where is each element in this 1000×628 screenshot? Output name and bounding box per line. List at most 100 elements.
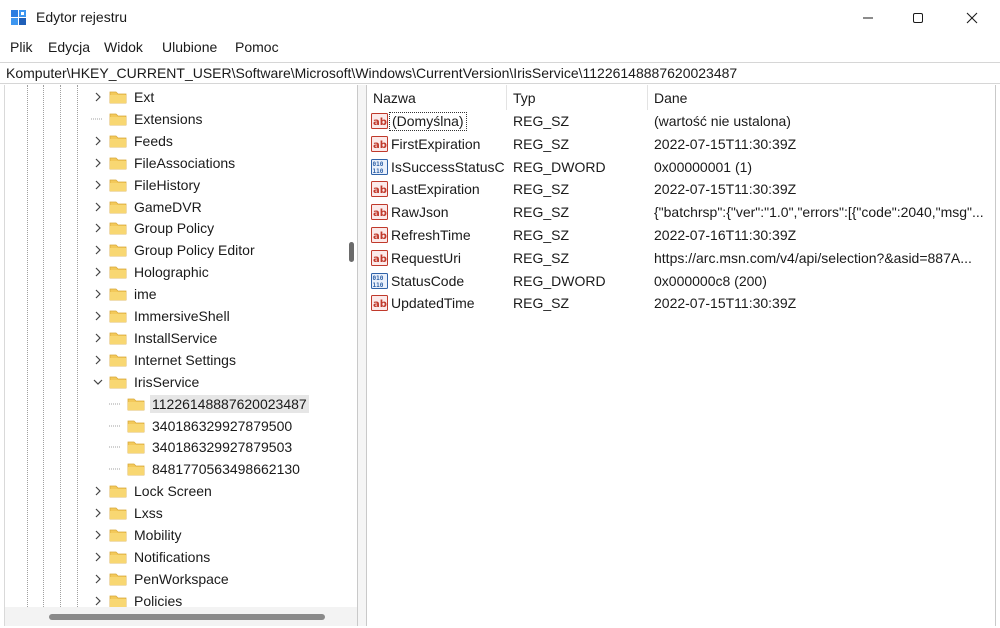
tree-item-label: Notifications	[134, 548, 211, 565]
tree-item[interactable]: FileAssociations	[91, 152, 237, 174]
tree-item[interactable]: Notifications	[91, 546, 212, 568]
tree-item[interactable]: 340186329927879503	[109, 436, 294, 458]
value-name: UpdatedTime	[391, 295, 475, 312]
tree-item[interactable]: Extensions	[91, 108, 204, 130]
tree-item-label: PenWorkspace	[134, 570, 229, 587]
chevron-right-icon[interactable]	[91, 174, 105, 196]
menu-favorites[interactable]: Ulubione	[162, 39, 217, 55]
value-row[interactable]: ab (Domyślna) REG_SZ (wartość nie ustalona)	[367, 110, 995, 133]
string-value-icon: ab	[371, 204, 388, 221]
tree-item[interactable]: Mobility	[91, 524, 183, 546]
tree-item[interactable]: Ext	[91, 86, 156, 108]
folder-icon	[109, 243, 127, 257]
folder-icon	[109, 506, 127, 520]
svg-text:ab: ab	[373, 117, 387, 128]
tree-item-label: Feeds	[134, 132, 173, 149]
value-row[interactable]: ab RawJson REG_SZ {"batchrsp":{"ver":"1.0",…	[367, 201, 995, 224]
key-tree-pane[interactable]: Ext Extensions Feeds FileAssociations FileHi…	[4, 85, 358, 626]
tree-horizontal-scroll-thumb[interactable]	[49, 614, 325, 620]
tree-vertical-scrollbar[interactable]	[346, 85, 357, 607]
tree-item[interactable]: ime	[91, 283, 159, 305]
folder-icon	[109, 200, 127, 214]
minimize-button[interactable]	[842, 0, 894, 36]
chevron-right-icon[interactable]	[91, 546, 105, 568]
tree-item[interactable]: Group Policy	[91, 217, 216, 239]
chevron-right-icon[interactable]	[91, 480, 105, 502]
chevron-right-icon[interactable]	[91, 239, 105, 261]
title-bar[interactable]: Edytor rejestru	[0, 0, 1000, 36]
value-row[interactable]: ab RefreshTime REG_SZ 2022-07-16T11:30:39Z	[367, 224, 995, 247]
address-bar[interactable]: Komputer\HKEY_CURRENT_USER\Software\Micr…	[0, 62, 1000, 84]
chevron-right-icon[interactable]	[91, 349, 105, 371]
tree-item[interactable]: Lock Screen	[91, 480, 214, 502]
menu-help[interactable]: Pomoc	[235, 39, 279, 55]
chevron-right-icon[interactable]	[91, 568, 105, 590]
folder-icon	[127, 462, 145, 476]
tree-guide-line	[60, 85, 61, 607]
chevron-right-icon[interactable]	[91, 261, 105, 283]
tree-item-label: InstallService	[134, 329, 218, 346]
tree-horizontal-scrollbar[interactable]	[5, 607, 357, 626]
address-path[interactable]: Komputer\HKEY_CURRENT_USER\Software\Micr…	[6, 65, 737, 81]
folder-icon	[109, 287, 127, 301]
tree-item[interactable]: FileHistory	[91, 174, 202, 196]
tree-item[interactable]: Feeds	[91, 130, 175, 152]
pane-splitter[interactable]	[358, 85, 366, 626]
value-name: RefreshTime	[391, 227, 471, 243]
string-value-icon: ab	[371, 181, 388, 198]
tree-vertical-scroll-thumb[interactable]	[349, 242, 354, 262]
chevron-right-icon[interactable]	[91, 152, 105, 174]
chevron-right-icon[interactable]	[91, 196, 105, 218]
value-row[interactable]: ab LastExpiration REG_SZ 2022-07-15T11:30:3…	[367, 178, 995, 201]
value-data: {"batchrsp":{"ver":"1.0","errors":[{"cod…	[654, 204, 984, 221]
folder-icon	[127, 397, 145, 411]
value-row[interactable]: ab FirstExpiration REG_SZ 2022-07-15T11:30:…	[367, 133, 995, 156]
tree-item[interactable]: GameDVR	[91, 196, 204, 218]
folder-icon	[127, 419, 145, 433]
chevron-right-icon[interactable]	[91, 502, 105, 524]
value-row[interactable]: ab UpdatedTime REG_SZ 2022-07-15T11:30:39Z	[367, 292, 995, 315]
chevron-right-icon[interactable]	[91, 283, 105, 305]
chevron-right-icon[interactable]	[91, 130, 105, 152]
value-row[interactable]: ab RequestUri REG_SZ https://arc.msn.com/v4…	[367, 247, 995, 270]
column-header-data[interactable]: Dane	[648, 85, 995, 110]
svg-text:ab: ab	[373, 231, 387, 242]
chevron-right-icon[interactable]	[91, 524, 105, 546]
tree-item[interactable]: InstallService	[91, 327, 219, 349]
tree-item[interactable]: 340186329927879500	[109, 415, 294, 437]
values-list-pane[interactable]: Nazwa Typ Dane ab (Domyślna) REG_SZ (wartoś…	[366, 85, 996, 626]
menu-file[interactable]: Plik	[10, 39, 33, 55]
column-header-type[interactable]: Typ	[507, 85, 648, 110]
value-row[interactable]: 010 110 IsSuccessStatusC... REG_DWORD 0x0000…	[367, 156, 995, 179]
tree-item-label: GameDVR	[134, 198, 202, 215]
chevron-right-icon[interactable]	[91, 86, 105, 108]
tree-item[interactable]: 8481770563498662130	[109, 458, 302, 480]
column-header-name[interactable]: Nazwa	[367, 85, 507, 110]
value-data: 0x000000c8 (200)	[654, 272, 767, 289]
value-name: LastExpiration	[391, 181, 480, 198]
tree-item[interactable]: Internet Settings	[91, 349, 238, 371]
value-type: REG_SZ	[513, 135, 570, 152]
chevron-down-icon[interactable]	[91, 371, 105, 393]
tree-item[interactable]: Lxss	[91, 502, 165, 524]
chevron-right-icon[interactable]	[91, 305, 105, 327]
maximize-button[interactable]	[892, 0, 944, 36]
menu-edit[interactable]: Edycja	[48, 39, 90, 55]
folder-icon	[109, 375, 127, 389]
value-row[interactable]: 010 110 StatusCode REG_DWORD 0x000000c8 (200…	[367, 270, 995, 293]
tree-connector	[109, 393, 123, 415]
tree-item[interactable]: Holographic	[91, 261, 211, 283]
folder-icon	[109, 90, 127, 104]
menu-view[interactable]: Widok	[104, 39, 143, 55]
close-button[interactable]	[946, 0, 998, 36]
chevron-right-icon[interactable]	[91, 217, 105, 239]
tree-connector	[109, 415, 123, 437]
tree-item[interactable]: ImmersiveShell	[91, 305, 232, 327]
tree-item-label: Group Policy Editor	[134, 242, 255, 259]
tree-item[interactable]: IrisService	[91, 371, 201, 393]
tree-item[interactable]: PenWorkspace	[91, 568, 231, 590]
chevron-right-icon[interactable]	[91, 327, 105, 349]
tree-item[interactable]: Group Policy Editor	[91, 239, 257, 261]
tree-item[interactable]: 11226148887620023487	[109, 393, 309, 415]
folder-icon	[109, 156, 127, 170]
